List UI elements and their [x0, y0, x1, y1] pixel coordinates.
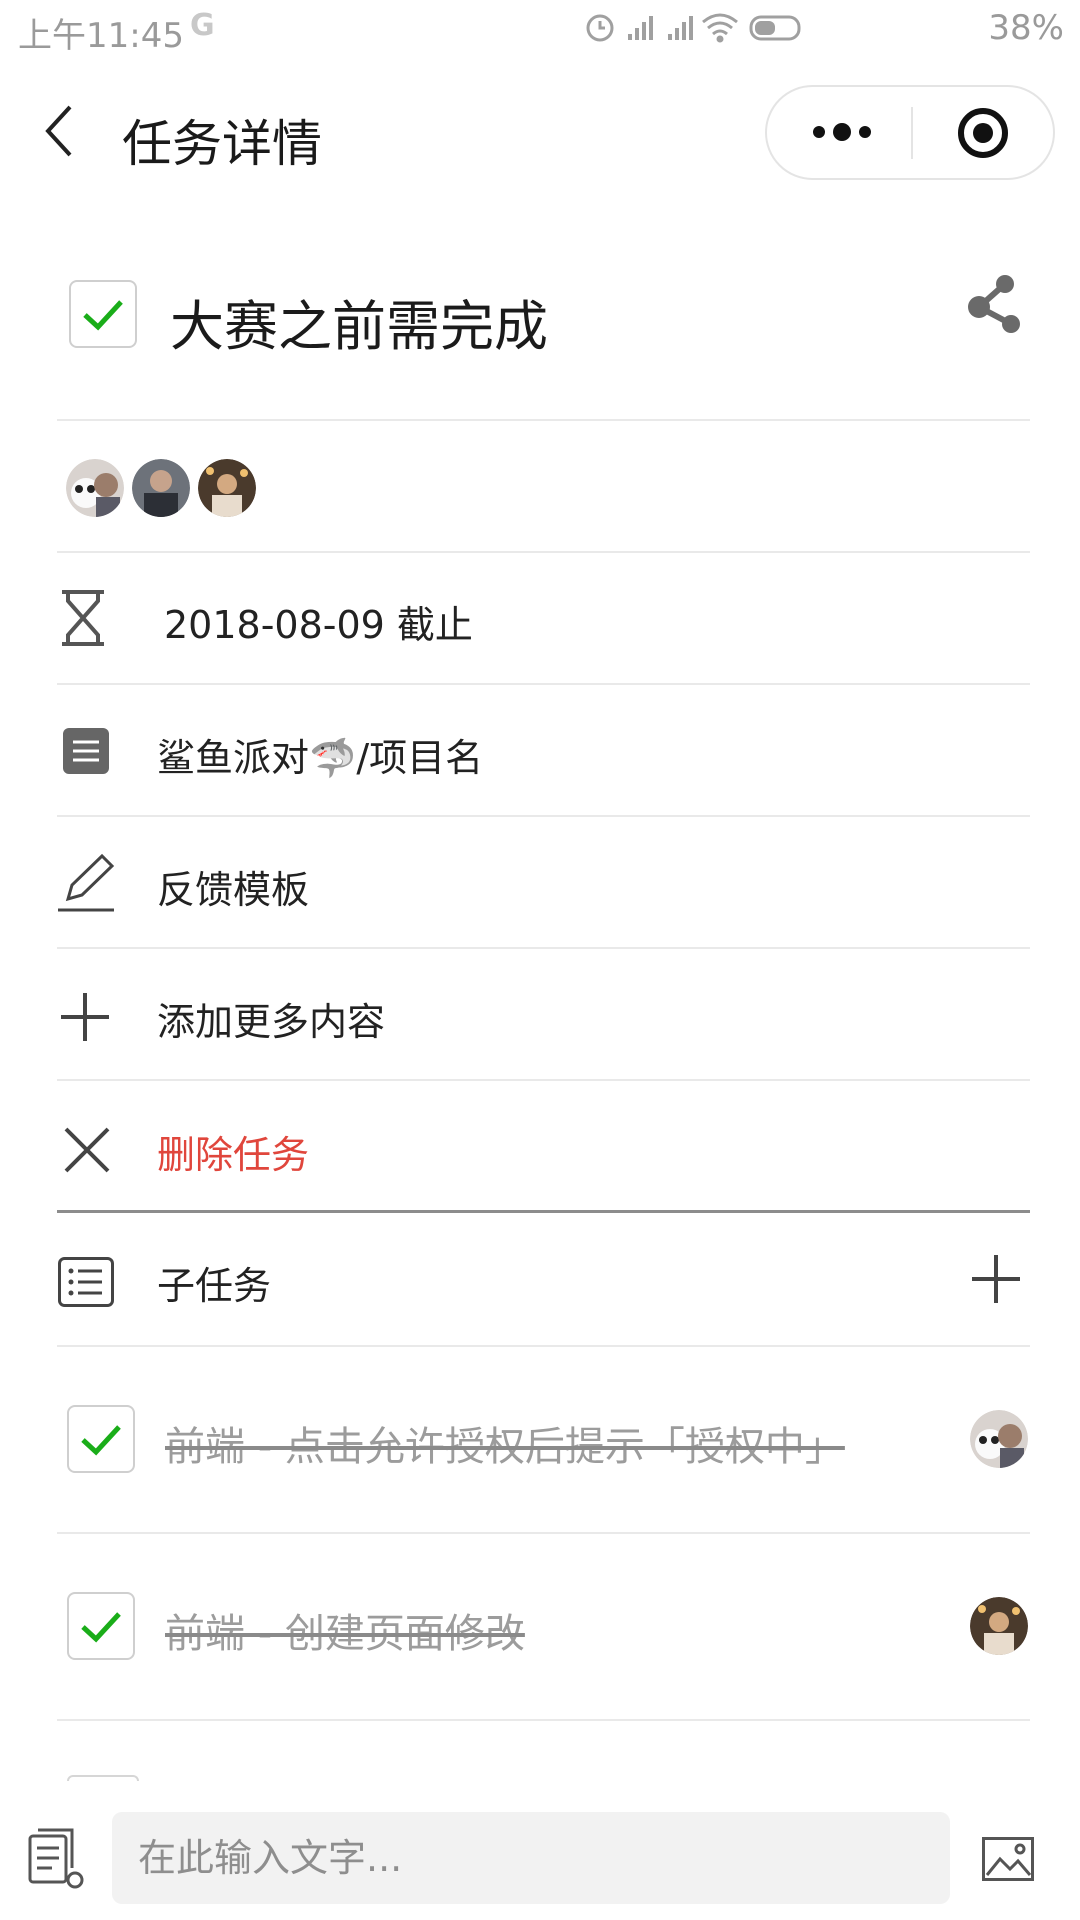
divider [57, 419, 1030, 421]
add-subtask-icon[interactable] [972, 1255, 1020, 1303]
status-time: 上午11:45 [18, 16, 184, 56]
divider [57, 1532, 1030, 1534]
section-divider [57, 1210, 1030, 1213]
close-miniprogram-icon[interactable] [955, 105, 1011, 161]
pencil-icon [58, 853, 115, 912]
status-icons [586, 13, 801, 43]
deadline-text[interactable]: 2018-08-09 截止 [164, 594, 473, 649]
page-title: 任务详情 [122, 115, 322, 173]
subtask-checkbox-partial [67, 1775, 139, 1781]
more-dots-icon[interactable] [807, 117, 877, 147]
divider [57, 815, 1030, 817]
avatar [970, 1410, 1028, 1468]
list-item[interactable]: 前端 - 创建页面修改 [57, 1537, 1030, 1717]
image-icon[interactable] [982, 1837, 1034, 1881]
divider [57, 1079, 1030, 1081]
project-text[interactable]: 鲨鱼派对🦈/项目名 [157, 727, 483, 782]
divider [57, 1719, 1030, 1721]
comment-input[interactable] [136, 1835, 920, 1881]
alarm-icon [586, 14, 614, 42]
status-bar: 上午11:45 G 38% [0, 0, 1080, 60]
capsule-divider [911, 107, 913, 159]
list-icon [58, 1257, 114, 1307]
wifi-icon [702, 13, 738, 43]
divider [57, 1345, 1030, 1347]
template-doc-icon[interactable] [28, 1828, 86, 1890]
divider [57, 947, 1030, 949]
share-icon[interactable] [965, 274, 1025, 336]
check-icon [81, 1612, 121, 1643]
avatar [970, 1597, 1028, 1655]
mini-program-capsule [765, 85, 1055, 180]
battery-percent: 38% [988, 8, 1064, 48]
subtasks-label: 子任务 [157, 1264, 272, 1308]
divider [57, 683, 1030, 685]
plus-icon [61, 993, 109, 1041]
task-title: 大赛之前需完成 [170, 295, 548, 358]
comment-input-box[interactable] [112, 1812, 950, 1904]
battery-icon [749, 15, 801, 41]
back-arrow-icon[interactable] [40, 103, 80, 159]
list-item[interactable]: 前端 - 点击允许授权后提示「授权中」 [57, 1350, 1030, 1530]
check-icon [83, 300, 123, 331]
task-complete-checkbox[interactable] [69, 280, 137, 348]
hourglass-icon [62, 590, 104, 646]
feedback-template[interactable]: 反馈模板 [157, 859, 309, 914]
subtask-checkbox[interactable] [67, 1592, 135, 1660]
signal-icon [628, 16, 693, 40]
add-more-content[interactable]: 添加更多内容 [157, 991, 385, 1046]
subtask-title: 前端 - 点击允许授权后提示「授权中」 [165, 1424, 845, 1470]
member-avatars[interactable] [66, 459, 266, 517]
subtask-checkbox[interactable] [67, 1405, 135, 1473]
avatar[interactable] [198, 459, 256, 517]
document-icon [63, 728, 109, 774]
check-icon [81, 1425, 121, 1456]
google-icon: G [190, 8, 215, 43]
avatar[interactable] [66, 459, 124, 517]
close-icon [64, 1127, 110, 1173]
divider [57, 551, 1030, 553]
avatar[interactable] [132, 459, 190, 517]
subtask-title: 前端 - 创建页面修改 [165, 1611, 525, 1657]
delete-task-button[interactable]: 删除任务 [157, 1124, 309, 1179]
